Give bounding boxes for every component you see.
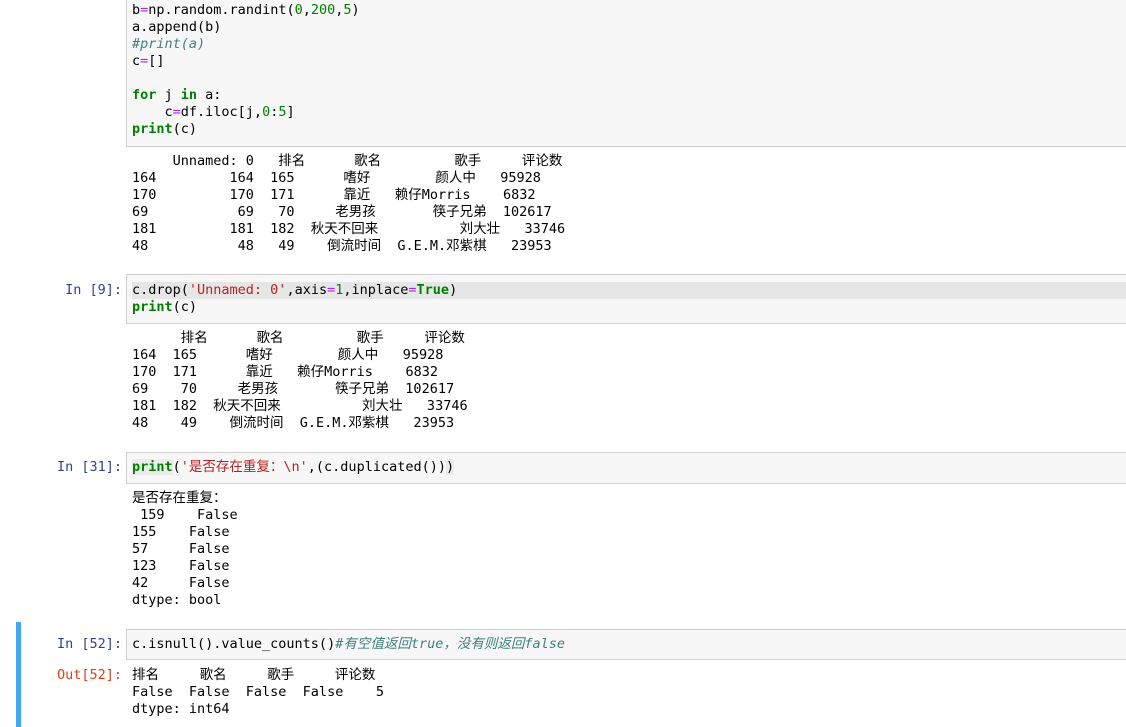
code-input-4[interactable]: c.isnull().value_counts()#有空值返回true，没有则返…	[126, 629, 1126, 660]
code-line: c=[]	[132, 53, 165, 69]
code-cell-3[interactable]: In [31]: print('是否存在重复：\n',(c.duplicated…	[0, 452, 1126, 484]
code-line: b=np.random.randint(0,200,5)	[132, 2, 360, 18]
cell-output-1: Unnamed: 0 排名 歌名 歌手 评论数 164 164 165 嗜好 颜…	[132, 153, 566, 254]
code-cell-2[interactable]: In [9]: c.drop('Unnamed: 0',axis=1,inpla…	[0, 274, 1126, 324]
cell-output-3: 是否存在重复： 159 False 155 False 57 False 123…	[132, 490, 238, 608]
code-input-1[interactable]: b=np.random.randint(0,200,5) a.append(b)…	[126, 0, 1126, 147]
code-line: print(c)	[132, 121, 198, 137]
code-line: c.isnull().value_counts()#有空值返回true，没有则返…	[132, 636, 565, 652]
input-prompt: In [9]:	[65, 282, 122, 298]
code-line: a.append(b)	[132, 19, 222, 35]
code-line: print('是否存在重复：\n',(c.duplicated()))	[132, 459, 455, 475]
input-prompt: In [31]:	[56, 459, 122, 475]
code-cell-1[interactable]: b=np.random.randint(0,200,5) a.append(b)…	[0, 0, 1126, 147]
code-line: c=df.iloc[j,0:5]	[132, 104, 295, 120]
code-cell-4[interactable]: In [52]: c.isnull().value_counts()#有空值返回…	[0, 629, 1126, 661]
code-line: print(c)	[132, 299, 198, 315]
output-prompt: Out[52]:	[56, 667, 122, 683]
cell-output-2: 排名 歌名 歌手 评论数 164 165 嗜好 颜人中 95928 170 17…	[132, 330, 468, 431]
code-line: for j in a:	[132, 87, 222, 103]
input-prompt: In [52]:	[56, 636, 122, 652]
cell-output-4: 排名 歌名 歌手 评论数 False False False False 5 d…	[132, 667, 384, 717]
code-line: #print(a)	[132, 36, 206, 52]
code-input-2[interactable]: c.drop('Unnamed: 0',axis=1,inplace=True)…	[126, 274, 1126, 324]
code-line: c.drop('Unnamed: 0',axis=1,inplace=True)	[132, 282, 1126, 299]
code-input-3[interactable]: print('是否存在重复：\n',(c.duplicated()))	[126, 452, 1126, 484]
